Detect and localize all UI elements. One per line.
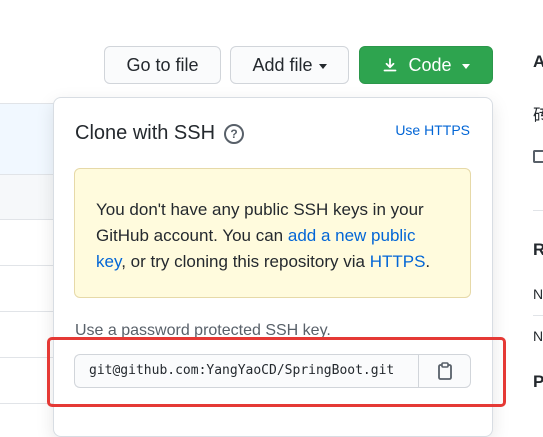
add-file-button[interactable]: Add file — [230, 46, 349, 84]
dropdown-arrow — [418, 88, 436, 97]
https-link[interactable]: HTTPS — [370, 252, 426, 271]
code-button[interactable]: Code — [359, 46, 493, 84]
highlight-box — [47, 337, 506, 407]
question-icon[interactable]: ? — [224, 123, 245, 144]
row-divider — [0, 311, 60, 312]
download-icon — [382, 57, 398, 73]
row-divider — [0, 265, 60, 266]
list-header-band — [0, 104, 60, 174]
sidebar-heading-fragment: P — [533, 372, 543, 391]
sidebar-text-fragment: N — [533, 328, 543, 344]
notice-text: , or try cloning this repository via — [121, 252, 370, 271]
notice-text: . — [425, 252, 431, 271]
go-to-file-button[interactable]: Go to file — [104, 46, 221, 84]
clone-title: Clone with SSH ? — [75, 122, 245, 145]
sidebar-heading-fragment: A — [533, 52, 543, 71]
use-https-link[interactable]: Use HTTPS — [395, 122, 470, 138]
book-icon — [533, 150, 543, 163]
add-file-label: Add file — [252, 54, 313, 75]
list-subheader-band — [0, 175, 60, 219]
row-divider — [0, 219, 60, 220]
sidebar-text-fragment: 砖 — [533, 106, 543, 125]
sidebar-heading-fragment: R — [533, 240, 543, 259]
chevron-down-icon — [318, 63, 327, 69]
ssh-key-notice: You don't have any public SSH keys in yo… — [74, 168, 471, 298]
sidebar-divider — [533, 210, 543, 211]
go-to-file-label: Go to file — [126, 54, 199, 75]
clone-title-text: Clone with SSH — [75, 122, 216, 144]
sidebar-divider — [533, 315, 543, 316]
code-label: Code — [408, 54, 452, 75]
chevron-down-icon — [461, 63, 470, 69]
sidebar-text-fragment: N — [533, 286, 543, 302]
